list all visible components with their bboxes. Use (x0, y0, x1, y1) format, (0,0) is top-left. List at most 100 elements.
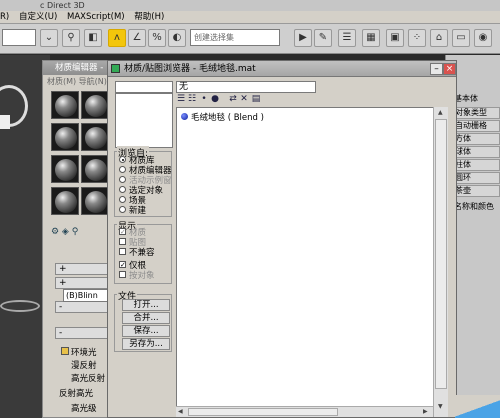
filter-icon[interactable]: ⌄ (40, 29, 58, 47)
render-setup-icon[interactable]: ⌂ (430, 29, 448, 47)
sample-slot-8[interactable] (81, 187, 109, 215)
menu-item-r[interactable]: R) (0, 11, 9, 24)
snap-icon[interactable]: ᴧ (108, 29, 126, 47)
list-item[interactable]: 毛绒地毯 ( Blend ) (181, 111, 264, 123)
radio-label: 新建 (129, 206, 147, 216)
checkbox-box (119, 248, 126, 255)
object-type-rollout[interactable]: 对象类型 (452, 107, 500, 119)
browser-search-input[interactable] (115, 81, 173, 93)
sample-slot-1[interactable] (51, 91, 79, 119)
material-editor-menu[interactable]: 材质(M) 导航(N) (43, 76, 111, 88)
open-button[interactable]: 打开... (122, 299, 170, 311)
menu-item-help[interactable]: 帮助(H) (134, 11, 164, 24)
horizontal-scroll-thumb[interactable] (188, 408, 338, 416)
render-icon[interactable]: ◉ (474, 29, 492, 47)
radio-dot-icon (119, 156, 126, 163)
material-editor-icon[interactable]: ⁘ (408, 29, 426, 47)
sample-slot-6[interactable] (81, 155, 109, 183)
scroll-right-icon[interactable]: ▶ (423, 408, 428, 415)
delete-icon[interactable]: ✕ (239, 94, 249, 104)
radio-dot-icon (119, 206, 126, 213)
check-icon: ✓ (119, 261, 126, 269)
scroll-up-icon[interactable]: ▲ (438, 109, 443, 116)
scroll-left-icon[interactable]: ◀ (178, 408, 183, 415)
render-frame-icon[interactable]: ▭ (452, 29, 470, 47)
checkbox-label: 按对象 (129, 271, 155, 281)
vertical-scrollbar[interactable]: ▲ ▼ (433, 107, 448, 417)
layer-icon[interactable]: ☰ (338, 29, 356, 47)
app-title-bar: c Direct 3D (0, 0, 500, 11)
toolbar-dropdown[interactable] (2, 29, 36, 46)
merge-button[interactable]: 合并... (122, 312, 170, 324)
radio-active-slot: 活动示例窗 (119, 176, 172, 186)
sample-slot-4[interactable] (81, 123, 109, 151)
list-view-icon[interactable]: ☰ (176, 94, 186, 104)
small-icons-view-icon[interactable]: • (199, 94, 209, 104)
checkbox-by-object: 按对象 (119, 271, 155, 281)
checkbox-root-only[interactable]: ✓ 仅根 (119, 261, 146, 271)
selection-set-dropdown[interactable]: 创建选择集 (190, 29, 280, 46)
radio-label: 材质库 (129, 156, 155, 166)
shader-dropdown[interactable]: (B)Blinn (63, 289, 111, 302)
torus-button[interactable]: 圆环 (452, 172, 500, 184)
ambient-label: 环境光 (71, 348, 97, 358)
cylinder-button[interactable]: 柱体 (452, 159, 500, 171)
align-icon[interactable]: ✎ (314, 29, 332, 47)
menu-item-customize[interactable]: 自定义(U) (19, 11, 57, 24)
menu-bar: R) 自定义(U) MAXScript(M) 帮助(H) (0, 11, 500, 24)
name-color-rollout[interactable]: 名称和颜色 (454, 201, 494, 212)
autogrid-checkbox[interactable]: 自动栅格 (452, 120, 500, 132)
link-icon[interactable]: ⚲ (62, 29, 80, 47)
list-icons-view-icon[interactable]: ☷ (187, 94, 197, 104)
radio-scene[interactable]: 场景 (119, 196, 146, 206)
rollout-expand-1[interactable]: + (55, 263, 111, 275)
checkbox-incompatible[interactable]: 不兼容 (119, 248, 155, 258)
desktop-corner (455, 395, 500, 418)
sample-slot-5[interactable] (51, 155, 79, 183)
clear-library-icon[interactable]: ▤ (251, 94, 261, 104)
close-icon[interactable]: × (443, 63, 456, 75)
radio-selected-objects[interactable]: 选定对象 (119, 186, 163, 196)
menu-item-maxscript[interactable]: MAXScript(M) (67, 11, 125, 24)
browser-title-bar: 材质/贴图浏览器 - 毛绒地毯.mat – × (108, 61, 456, 77)
save-button[interactable]: 保存... (122, 325, 170, 337)
material-editor-window: 材质编辑器 - 材质(M) 导航(N) ⚙ ◈ ⚲ + + - (B)Blinn… (42, 60, 112, 418)
box-icon[interactable]: ◧ (84, 29, 102, 47)
rollout-expand-2[interactable]: + (55, 277, 111, 289)
spinner-snap-icon[interactable]: ◐ (168, 29, 186, 47)
minimize-icon[interactable]: – (430, 63, 443, 75)
checkbox-label: 不兼容 (129, 248, 155, 258)
sample-slot-7[interactable] (51, 187, 79, 215)
checkbox-label: 材质 (129, 228, 147, 238)
sample-slot-3[interactable] (51, 123, 79, 151)
ambient-lock-icon[interactable] (61, 347, 69, 355)
sample-slot-2[interactable] (81, 91, 109, 119)
angle-snap-icon[interactable]: ∠ (128, 29, 146, 47)
checkbox-box (119, 238, 126, 245)
material-name-field[interactable]: 无 (176, 81, 316, 93)
rollout-collapse-1[interactable]: - (55, 301, 111, 313)
radio-new[interactable]: 新建 (119, 206, 146, 216)
schematic-icon[interactable]: ▣ (386, 29, 404, 47)
teapot-button[interactable]: 茶壶 (452, 185, 500, 197)
mirror-icon[interactable]: ▶ (294, 29, 312, 47)
checkbox-box (119, 271, 126, 278)
large-icons-view-icon[interactable]: ● (210, 94, 220, 104)
percent-snap-icon[interactable]: % (148, 29, 166, 47)
save-as-button[interactable]: 另存为... (122, 338, 170, 350)
curve-editor-icon[interactable]: ▦ (362, 29, 380, 47)
vertical-scroll-thumb[interactable] (435, 119, 447, 389)
sphere-button[interactable]: 球体 (452, 146, 500, 158)
rollout-collapse-2[interactable]: - (55, 327, 111, 339)
box-button[interactable]: 方体 (452, 133, 500, 145)
radio-material-library[interactable]: 材质库 (119, 156, 155, 166)
list-item-label: 毛绒地毯 ( Blend ) (191, 113, 264, 123)
radio-material-editor[interactable]: 材质编辑器 (119, 166, 172, 176)
material-editor-tool-icons[interactable]: ⚙ ◈ ⚲ (51, 227, 113, 241)
specular-label: 高光反射 (71, 374, 106, 384)
material-list[interactable]: 毛绒地毯 ( Blend ) (176, 107, 448, 417)
radio-dot-icon (119, 166, 126, 173)
update-scene-icon[interactable]: ⇄ (228, 94, 238, 104)
horizontal-scrollbar[interactable]: ◀ ▶ (176, 406, 433, 417)
scroll-down-icon[interactable]: ▼ (438, 403, 443, 410)
